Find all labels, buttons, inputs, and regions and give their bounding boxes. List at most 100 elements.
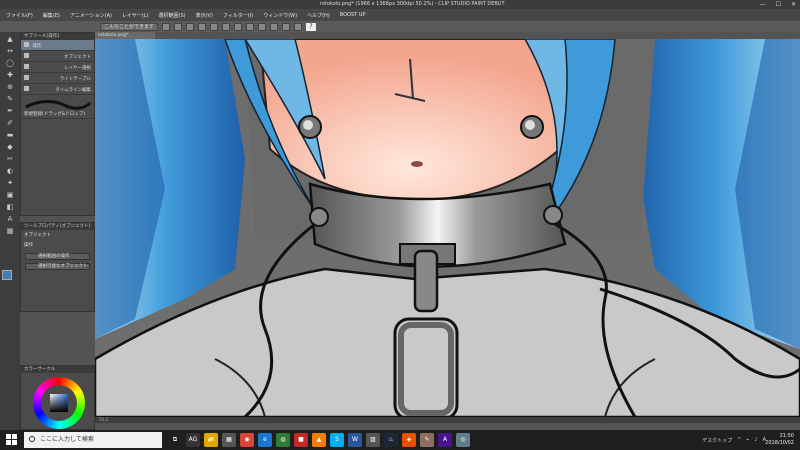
explorer-icon[interactable]: 📁 (204, 433, 218, 447)
photos-icon[interactable]: ▨ (366, 433, 380, 447)
save-icon[interactable] (198, 22, 207, 31)
menu-selection[interactable]: 選択範囲(S) (159, 12, 186, 19)
command-bar: こんなことができます ? (0, 21, 800, 32)
figure-tool-icon[interactable]: ◧ (4, 202, 16, 212)
clear-icon[interactable] (234, 22, 243, 31)
windows-taskbar: ここに入力して検索 ⧉ AG 📁 ▦ ◉ e ◍ ■ ▲ S W ▨ ♨ ◈ ✎… (0, 430, 800, 450)
eye-icon[interactable] (162, 22, 171, 31)
brush-tool-icon[interactable]: ✐ (4, 118, 16, 128)
taskbar-search-box[interactable]: ここに入力して検索 (24, 432, 162, 448)
canvas-status-bar[interactable]: 50.2 (95, 417, 800, 423)
invert-selection-icon[interactable] (270, 22, 279, 31)
color-chips[interactable] (2, 270, 16, 288)
undo-icon[interactable] (210, 22, 219, 31)
ag-icon[interactable]: AG (186, 433, 200, 447)
open-file-icon[interactable] (186, 22, 195, 31)
subtool-item-operation[interactable]: 操作 (21, 40, 94, 51)
move-tool-icon[interactable]: ↔ (4, 46, 16, 56)
vlc-icon[interactable]: ▲ (312, 433, 326, 447)
desktop-toolbar-label[interactable]: デスクトップ (702, 437, 732, 444)
menu-layer[interactable]: レイヤー(L) (122, 12, 149, 19)
network-icon[interactable]: ⌁ (746, 437, 749, 443)
steam-icon[interactable]: ♨ (384, 433, 398, 447)
selection-tool-icon[interactable]: ◯ (4, 58, 16, 68)
text-tool-icon[interactable]: A (4, 214, 16, 224)
subtool-item-layer-select[interactable]: レイヤー選択 (21, 62, 94, 73)
subtool-item-label: 操作 (32, 44, 42, 49)
tips-button[interactable]: こんなことができます (100, 22, 159, 31)
title-bar: rotokolo.png* (1966 x 1366px 300dpi 50.2… (0, 0, 800, 9)
word-icon[interactable]: W (348, 433, 362, 447)
clock-time: 21:50 (779, 433, 794, 439)
menu-boost-up[interactable]: BOOST UP (340, 12, 366, 18)
blend-tool-icon[interactable]: ◐ (4, 166, 16, 176)
arc-icon[interactable]: A (438, 433, 452, 447)
layer-select-icon (24, 64, 29, 69)
chrome-icon[interactable]: ◉ (240, 433, 254, 447)
help-button[interactable]: ? (306, 22, 317, 31)
subtool-panel-header: サブツール[操作] (21, 33, 94, 40)
menu-file[interactable]: ファイル(F) (6, 12, 33, 19)
frame-tool-icon[interactable]: ▦ (4, 226, 16, 236)
task-view-icon[interactable]: ⧉ (168, 433, 182, 447)
menu-window[interactable]: ウィンドウ(W) (263, 12, 297, 19)
color-wheel[interactable] (33, 377, 85, 429)
menu-filter[interactable]: フィルター(I) (223, 12, 253, 19)
brush-stroke-icon (25, 100, 92, 110)
transform-icon[interactable] (246, 22, 255, 31)
green-app-icon[interactable]: ◍ (276, 433, 290, 447)
decoration-icon[interactable]: ◆ (4, 142, 16, 152)
calculator-icon[interactable]: ▦ (222, 433, 236, 447)
pencil-tool-icon[interactable]: ✒ (4, 106, 16, 116)
menu-view[interactable]: 表示(V) (196, 12, 213, 19)
timeline-icon (24, 86, 29, 91)
drawing-canvas[interactable] (95, 39, 800, 417)
auto-select-icon[interactable]: ✚ (4, 70, 16, 80)
zoom-readout: 50.2 (99, 417, 108, 422)
gradient-tool-icon[interactable]: ▣ (4, 190, 16, 200)
skype-icon[interactable]: S (330, 433, 344, 447)
search-icon (29, 436, 35, 442)
edge-icon[interactable]: e (258, 433, 272, 447)
minimize-button[interactable]: — (760, 0, 766, 9)
subtool-item-label: レイヤー選択 (64, 66, 91, 71)
clip-studio-icon[interactable]: ◎ (456, 433, 470, 447)
deselect-icon[interactable] (258, 22, 267, 31)
ruler-icon[interactable] (294, 22, 303, 31)
chevron-up-icon[interactable]: ^ (737, 437, 741, 443)
volume-icon[interactable]: ♪ (754, 437, 757, 443)
menu-animation[interactable]: アニメーション(A) (70, 12, 112, 19)
grid-icon[interactable] (282, 22, 291, 31)
canvas-tab[interactable]: rotokolo.png* (95, 32, 155, 39)
menu-help[interactable]: ヘルプ(H) (307, 12, 330, 19)
subtool-item-object[interactable]: オブジェクト (21, 51, 94, 62)
subtool-item-light-table[interactable]: ライトテーブル (21, 73, 94, 84)
orange-app-icon[interactable]: ◈ (402, 433, 416, 447)
eyedropper-icon[interactable]: ⊕ (4, 82, 16, 92)
brush-stroke-preview[interactable]: 新規登録(ドラッグ&ドロップ) (21, 95, 94, 119)
new-file-icon[interactable] (174, 22, 183, 31)
windows-start-icon[interactable] (6, 434, 18, 446)
maximize-button[interactable]: ☐ (776, 0, 781, 9)
selection-operation-field[interactable]: 選択範囲の操作 (25, 253, 90, 260)
subtool-item-label: タイムライン編集 (55, 88, 91, 93)
close-button[interactable]: ✕ (791, 0, 796, 9)
tool-palette: ▲ ↔ ◯ ✚ ⊕ ✎ ✒ ✐ ▬ ◆ ✂ ◐ ✦ ▣ ◧ A ▦ (0, 32, 20, 430)
paint-app-icon[interactable]: ✎ (420, 433, 434, 447)
menu-edit[interactable]: 編集(E) (43, 12, 60, 19)
operation-tool-icon[interactable]: ▲ (4, 34, 16, 44)
subtool-item-timeline[interactable]: タイムライン編集 (21, 84, 94, 95)
redo-icon[interactable] (222, 22, 231, 31)
eraser-icon[interactable]: ✂ (4, 154, 16, 164)
taskbar-clock[interactable]: 21:50 2018/10/02 (765, 433, 794, 447)
main-color-chip[interactable] (2, 270, 12, 280)
artwork (95, 39, 800, 417)
red-app-icon[interactable]: ■ (294, 433, 308, 447)
color-wheel-inner (41, 385, 77, 421)
color-wheel-panel: カラーサークル (20, 365, 95, 430)
saturation-value-square[interactable] (50, 394, 68, 412)
airbrush-icon[interactable]: ▬ (4, 130, 16, 140)
selectable-object-field[interactable]: 選択可能なオブジェクト (25, 263, 90, 270)
fill-tool-icon[interactable]: ✦ (4, 178, 16, 188)
pen-tool-icon[interactable]: ✎ (4, 94, 16, 104)
